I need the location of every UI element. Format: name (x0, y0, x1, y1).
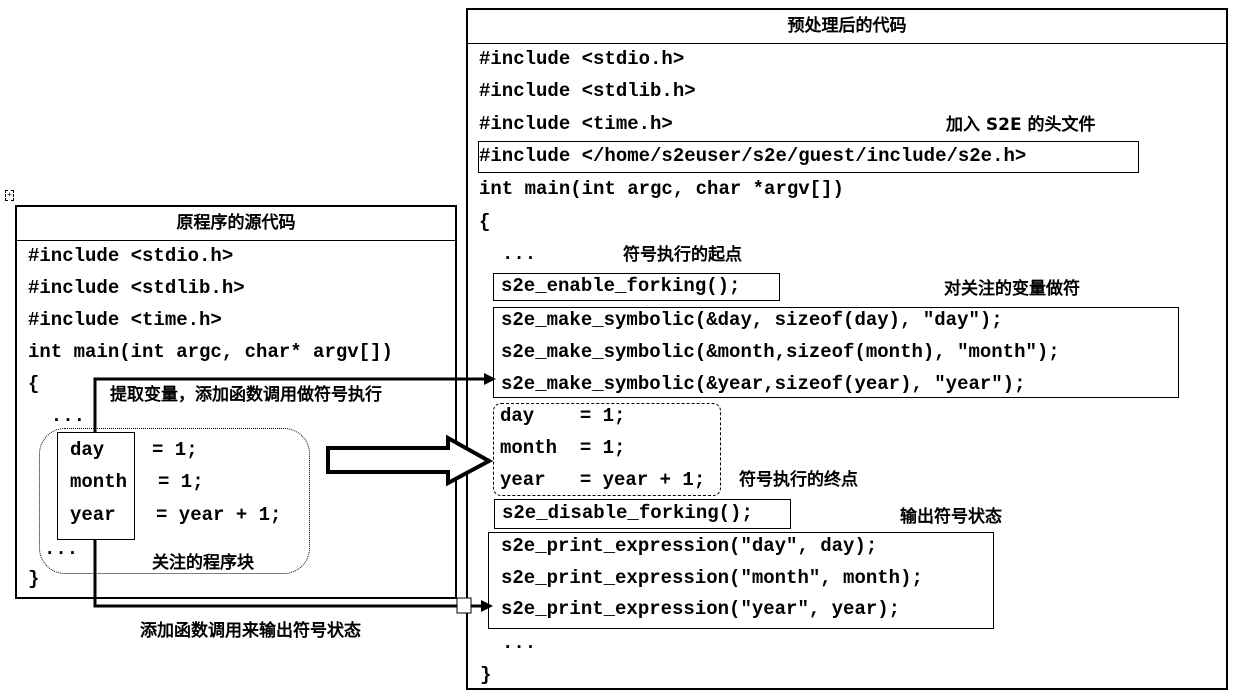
assignment-day: day = 1; (500, 405, 626, 427)
make-symbolic-year: s2e_make_symbolic(&year,sizeof(year), "y… (501, 373, 1026, 395)
focus-var-day: day (70, 439, 105, 461)
assignment-year: year = year + 1; (500, 469, 706, 491)
add-output-calls-annotation: 添加函数调用来输出符号状态 (140, 621, 361, 641)
make-symbolic-annotation: 对关注的变量做符 (944, 279, 1080, 299)
left-code-line: #include <stdlib.h> (28, 277, 245, 299)
print-expression-year: s2e_print_expression("year", year); (501, 598, 901, 620)
enable-forking-call: s2e_enable_forking(); (501, 275, 741, 297)
output-state-annotation: 输出符号状态 (900, 507, 1002, 527)
focus-rhs-year: = year + 1; (156, 504, 282, 526)
focus-block-label: 关注的程序块 (152, 553, 254, 573)
focus-rhs-day: = 1; (152, 439, 198, 461)
left-ellipsis: ... (28, 405, 86, 427)
anchor-marker-icon: + (5, 190, 14, 201)
focus-var-year: year (70, 504, 116, 526)
right-ellipsis-bottom: ... (502, 632, 537, 654)
left-code-line: #include <stdio.h> (28, 245, 234, 267)
assignment-month: month = 1; (500, 437, 626, 459)
sym-start-annotation: 符号执行的起点 (623, 245, 742, 265)
right-open-brace: { (479, 211, 491, 233)
left-close-brace: } (28, 568, 40, 590)
s2e-include-line: #include </home/s2euser/s2e/guest/includ… (479, 145, 1027, 167)
focus-trailing-ellipsis: ... (44, 538, 79, 560)
right-include-line: #include <stdio.h> (479, 48, 685, 70)
print-expression-month: s2e_print_expression("month", month); (501, 567, 923, 589)
right-ellipsis-top: ... (502, 243, 537, 265)
left-code-line: #include <time.h> (28, 309, 222, 331)
print-expression-day: s2e_print_expression("day", day); (501, 535, 878, 557)
right-close-brace: } (480, 664, 492, 686)
focus-var-month: month (70, 471, 128, 493)
make-symbolic-month: s2e_make_symbolic(&month,sizeof(month), … (501, 341, 1060, 363)
left-open-brace: { (28, 373, 40, 395)
right-include-line: #include <stdlib.h> (479, 80, 696, 102)
focus-rhs-month: = 1; (158, 471, 204, 493)
right-include-line: #include <time.h> (479, 113, 673, 135)
preprocessed-code-title: 预处理后的代码 (468, 10, 1226, 44)
make-symbolic-day: s2e_make_symbolic(&day, sizeof(day), "da… (501, 309, 1003, 331)
disable-forking-call: s2e_disable_forking(); (502, 502, 753, 524)
original-source-title: 原程序的源代码 (17, 207, 455, 241)
sym-end-annotation: 符号执行的终点 (739, 470, 858, 490)
s2e-header-annotation: 加入 S2E 的头文件 (946, 115, 1096, 135)
right-main-signature: int main(int argc, char *argv[]) (479, 178, 844, 200)
left-code-line: int main(int argc, char* argv[]) (28, 341, 393, 363)
extract-vars-annotation: 提取变量，添加函数调用做符号执行 (110, 385, 382, 405)
